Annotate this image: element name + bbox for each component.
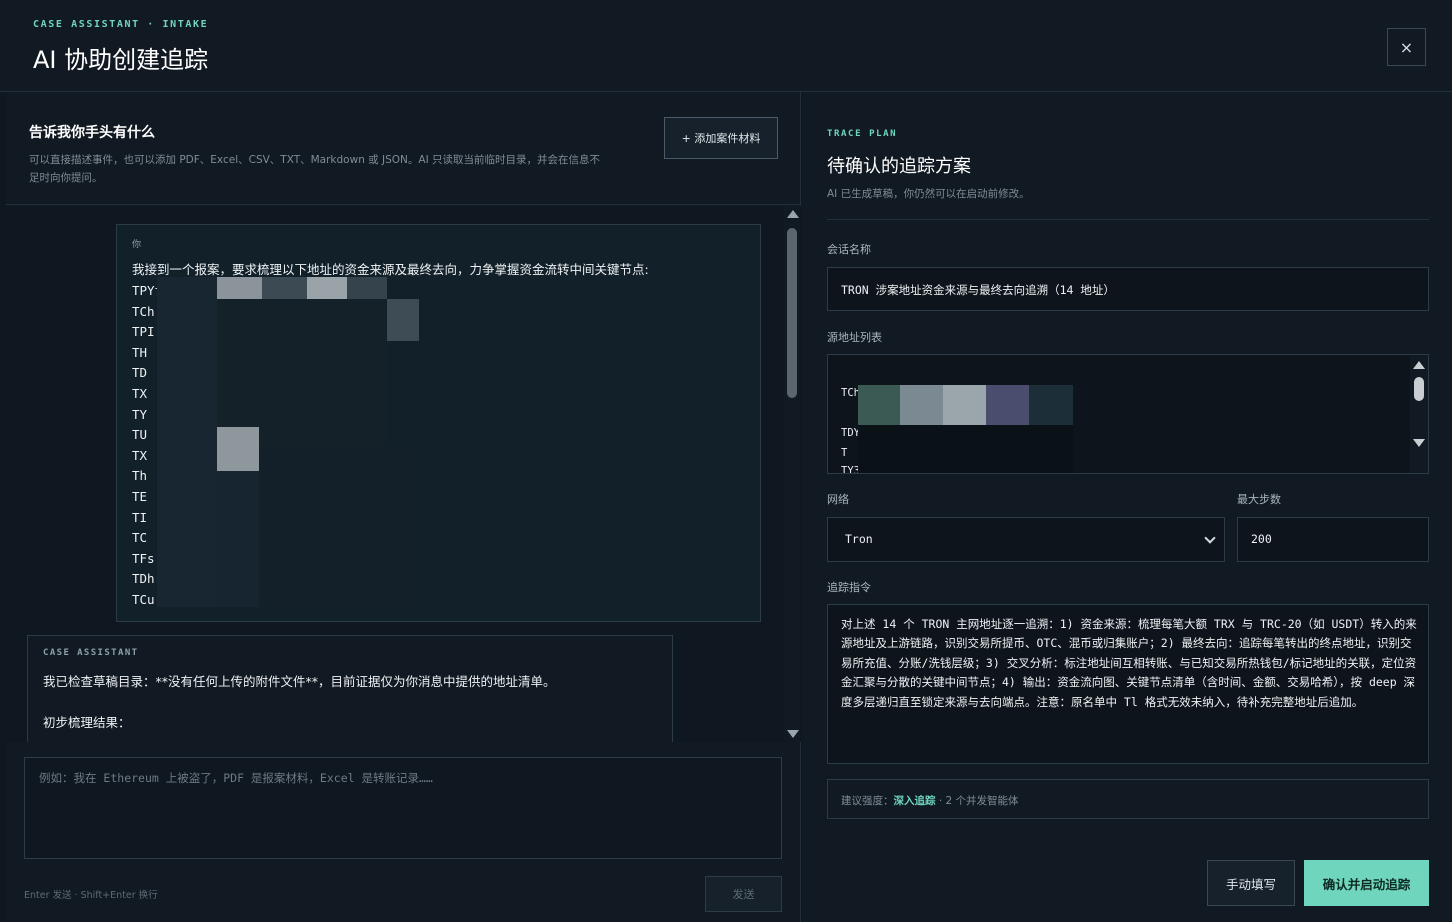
- header-eyebrow: CASE ASSISTANT · INTAKE: [33, 19, 209, 30]
- max-steps-label: 最大步数: [1237, 493, 1281, 506]
- source-address-line: T: [841, 447, 848, 459]
- scroll-down-icon[interactable]: [1413, 439, 1425, 447]
- scroll-thumb[interactable]: [1414, 377, 1424, 401]
- message-input-placeholder: 例如：我在 Ethereum 上被盗了，PDF 是报案材料，Excel 是转账记…: [39, 771, 433, 785]
- scroll-down-icon[interactable]: [787, 730, 799, 738]
- instruction-textarea[interactable]: 对上述 14 个 TRON 主网地址逐一追溯：1) 资金来源：梳理每笔大额 TR…: [827, 604, 1429, 764]
- message-author: CASE ASSISTANT: [43, 648, 139, 658]
- redaction-block: [900, 385, 943, 425]
- intake-header: 告诉我你手头有什么 可以直接描述事件，也可以添加 PDF、Excel、CSV、T…: [6, 92, 801, 205]
- redaction-block: [858, 425, 1073, 473]
- plan-title: 待确认的追踪方案: [827, 156, 971, 177]
- redaction-mosaic: [157, 277, 419, 607]
- chevron-down-icon: [1204, 532, 1216, 544]
- add-case-material-button[interactable]: + 添加案件材料: [664, 117, 778, 159]
- chat-history[interactable]: 你 我接到一个报案，要求梳理以下地址的资金来源及最终去向，力争掌握资金流转中间关…: [6, 206, 801, 742]
- session-name-input[interactable]: TRON 涉案地址资金来源与最终去向追溯（14 地址）: [827, 267, 1429, 311]
- message-text: 我接到一个报案，要求梳理以下地址的资金来源及最终去向，力争掌握资金流转中间关键节…: [132, 262, 649, 277]
- instruction-value: 对上述 14 个 TRON 主网地址逐一追溯：1) 资金来源：梳理每笔大额 TR…: [841, 617, 1417, 709]
- max-steps-input[interactable]: 200: [1237, 517, 1429, 562]
- divider: [827, 219, 1429, 220]
- dialog-header: CASE ASSISTANT · INTAKE AI 协助创建追踪 ×: [0, 0, 1452, 92]
- keyboard-hint: Enter 发送 · Shift+Enter 换行: [24, 890, 158, 901]
- redaction-block: [943, 385, 986, 425]
- recommendation-suffix: · 2 个并发智能体: [935, 795, 1019, 807]
- network-label: 网络: [827, 493, 849, 506]
- instruction-label: 追踪指令: [827, 581, 871, 594]
- source-addresses-label: 源地址列表: [827, 331, 882, 344]
- close-button[interactable]: ×: [1387, 28, 1426, 66]
- recommendation-level: 深入追踪: [893, 795, 936, 807]
- recommendation-text: 建议强度：深入追踪 · 2 个并发智能体: [841, 793, 1019, 808]
- message-text: 我已检查草稿目录：**没有任何上传的附件文件**，目前证据仅为你消息中提供的地址…: [43, 674, 556, 689]
- source-addresses-textarea[interactable]: TCh TDY T TY3: [827, 354, 1429, 474]
- sources-scrollbar[interactable]: [1410, 355, 1428, 473]
- close-icon: ×: [1399, 37, 1414, 57]
- redaction-block: [1029, 385, 1073, 425]
- network-value: Tron: [845, 532, 873, 546]
- scroll-up-icon[interactable]: [787, 210, 799, 218]
- redaction-block: [986, 385, 1029, 425]
- plan-subtitle: AI 已生成草稿，你仍然可以在启动前修改。: [827, 188, 1030, 200]
- dialog-title: AI 协助创建追踪: [33, 46, 209, 74]
- trace-plan-panel: TRACE PLAN 待确认的追踪方案 AI 已生成草稿，你仍然可以在启动前修改…: [802, 92, 1452, 922]
- send-button[interactable]: 发送: [705, 876, 782, 912]
- session-name-value: TRON 涉案地址资金来源与最终去向追溯（14 地址）: [841, 283, 1115, 297]
- max-steps-value: 200: [1251, 532, 1272, 546]
- scroll-up-icon[interactable]: [1413, 361, 1425, 369]
- recommendation-banner: 建议强度：深入追踪 · 2 个并发智能体: [827, 779, 1429, 819]
- scroll-thumb[interactable]: [787, 228, 797, 398]
- message-author: 你: [132, 240, 142, 250]
- network-select[interactable]: Tron: [827, 517, 1225, 562]
- confirm-start-button[interactable]: 确认并启动追踪: [1304, 860, 1429, 906]
- intake-title: 告诉我你手头有什么: [29, 125, 155, 141]
- user-message: 你 我接到一个报案，要求梳理以下地址的资金来源及最终去向，力争掌握资金流转中间关…: [116, 224, 761, 622]
- intake-panel: 告诉我你手头有什么 可以直接描述事件，也可以添加 PDF、Excel、CSV、T…: [6, 92, 801, 922]
- chat-scrollbar[interactable]: [784, 206, 800, 742]
- manual-fill-button[interactable]: 手动填写: [1207, 860, 1295, 906]
- message-input[interactable]: 例如：我在 Ethereum 上被盗了，PDF 是报案材料，Excel 是转账记…: [24, 757, 782, 859]
- intake-description: 可以直接描述事件，也可以添加 PDF、Excel、CSV、TXT、Markdow…: [29, 154, 601, 184]
- assistant-message: CASE ASSISTANT 我已检查草稿目录：**没有任何上传的附件文件**，…: [27, 635, 673, 742]
- recommendation-prefix: 建议强度：: [841, 795, 894, 807]
- message-subheading: 初步梳理结果：: [43, 715, 131, 730]
- plan-eyebrow: TRACE PLAN: [827, 129, 898, 139]
- session-name-label: 会话名称: [827, 243, 871, 256]
